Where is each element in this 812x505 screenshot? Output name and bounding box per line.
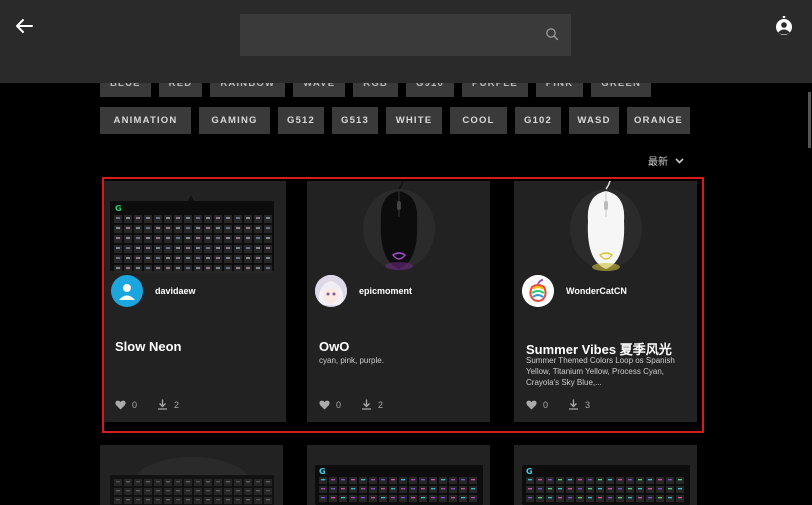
avatar	[522, 275, 554, 307]
like-button[interactable]: 0	[115, 400, 137, 410]
top-bar	[0, 0, 812, 83]
tag-g512[interactable]: G512	[278, 107, 324, 134]
author-name[interactable]: WonderCatCN	[566, 286, 627, 296]
svg-text:G: G	[319, 467, 326, 476]
svg-text:G: G	[526, 467, 533, 476]
heart-icon	[526, 400, 537, 409]
like-button[interactable]: 0	[319, 400, 341, 410]
card-description: cyan, pink, purple.	[319, 356, 384, 365]
tag-row-2: ANIMATION GAMING G512 G513 WHITE COOL G1…	[100, 107, 690, 134]
profile-card[interactable]: G davidaew Slow Neon 0 2	[103, 181, 286, 422]
search-icon[interactable]	[545, 27, 559, 41]
profile-card[interactable]: G	[307, 445, 490, 505]
tag-white[interactable]: WHITE	[386, 107, 442, 134]
avatar	[111, 275, 143, 307]
back-button[interactable]	[12, 14, 36, 38]
scrollbar-thumb[interactable]	[808, 92, 811, 148]
sort-label: 最新	[648, 157, 668, 168]
user-icon	[776, 16, 792, 35]
tag-gaming[interactable]: GAMING	[199, 107, 270, 134]
download-count: 2	[174, 399, 180, 410]
like-count: 0	[336, 399, 342, 410]
download-count: 3	[585, 399, 591, 410]
card-author[interactable]: WonderCatCN	[522, 275, 627, 307]
download-button[interactable]: 2	[157, 399, 179, 410]
card-author[interactable]: davidaew	[111, 275, 196, 307]
download-icon	[158, 399, 168, 410]
tag-g102[interactable]: G102	[515, 107, 561, 134]
card-author[interactable]: epicmoment	[315, 275, 412, 307]
default-user-icon	[119, 284, 135, 300]
card-title[interactable]: Slow Neon	[115, 339, 181, 354]
tag-cool[interactable]: COOL	[450, 107, 507, 134]
download-icon	[362, 399, 372, 410]
anime-avatar-icon	[315, 275, 347, 307]
download-button[interactable]: 3	[568, 399, 590, 410]
mouse-preview-image	[514, 181, 697, 276]
download-count: 2	[378, 399, 384, 410]
profile-card[interactable]	[100, 445, 283, 505]
profile-card[interactable]: epicmoment OwO cyan, pink, purple. 0 2	[307, 181, 490, 422]
card-stats: 0 2	[319, 399, 397, 410]
card-stats: 0 2	[115, 399, 193, 410]
avatar	[315, 275, 347, 307]
heart-icon	[115, 400, 126, 409]
chevron-down-icon	[675, 157, 684, 164]
card-stats: 0 3	[526, 399, 604, 410]
heart-icon	[319, 400, 330, 409]
like-button[interactable]: 0	[526, 400, 548, 410]
tag-wasd[interactable]: WASD	[569, 107, 619, 134]
download-button[interactable]: 2	[361, 399, 383, 410]
author-name[interactable]: davidaew	[155, 286, 196, 296]
keyboard-preview-image	[100, 445, 283, 505]
back-arrow-icon	[16, 19, 33, 33]
keyboard-preview-image: G	[103, 181, 286, 276]
tag-orange[interactable]: ORANGE	[627, 107, 690, 134]
sort-dropdown[interactable]: 最新	[648, 153, 684, 168]
tag-g513[interactable]: G513	[332, 107, 378, 134]
profile-card[interactable]: WonderCatCN Summer Vibes 夏季风光 Summer The…	[514, 181, 697, 422]
card-title[interactable]: OwO	[319, 339, 349, 354]
like-count: 0	[543, 399, 549, 410]
svg-text:G: G	[115, 204, 122, 213]
colorful-apple-icon	[522, 275, 554, 307]
search-input[interactable]	[240, 14, 571, 56]
tag-animation[interactable]: ANIMATION	[100, 107, 191, 134]
card-description: Summer Themed Colors Loop os Spanish Yel…	[526, 356, 675, 387]
mouse-preview-image	[307, 181, 490, 276]
download-icon	[569, 399, 579, 410]
profile-card[interactable]: G	[514, 445, 697, 505]
author-name[interactable]: epicmoment	[359, 286, 412, 296]
keyboard-preview-image: G	[307, 445, 490, 505]
search-box[interactable]	[240, 14, 571, 56]
profile-button[interactable]	[775, 16, 793, 36]
keyboard-preview-image: G	[514, 445, 697, 505]
like-count: 0	[132, 399, 138, 410]
